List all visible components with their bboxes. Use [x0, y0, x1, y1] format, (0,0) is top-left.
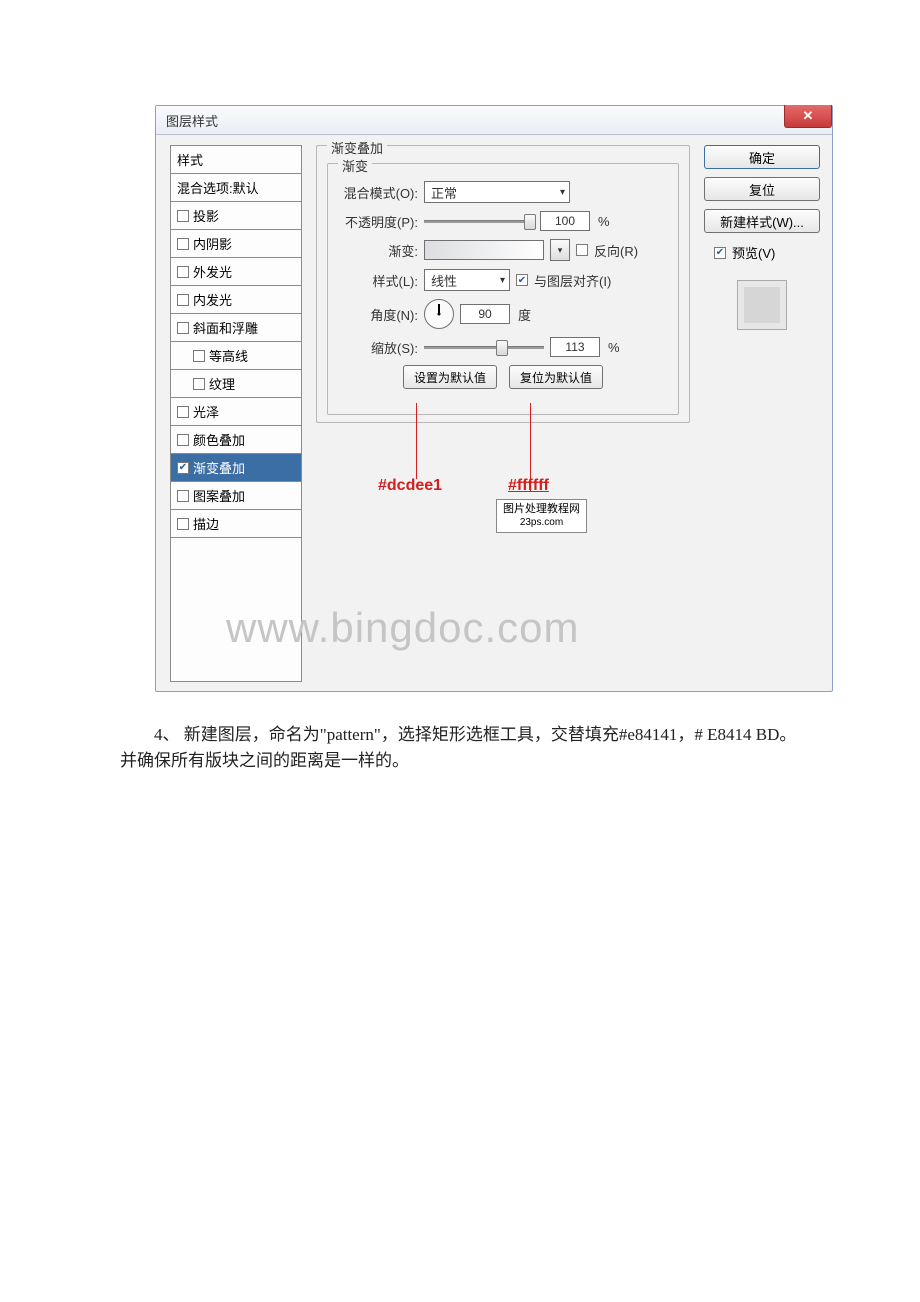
ok-button[interactable]: 确定	[704, 145, 820, 169]
percent-unit: %	[608, 340, 620, 355]
style-drop-shadow[interactable]: 投影	[171, 202, 301, 230]
checkbox-icon[interactable]	[193, 350, 205, 362]
annotation-color2: #ffffff	[508, 477, 549, 495]
style-texture[interactable]: 纹理	[171, 370, 301, 398]
opacity-slider[interactable]	[424, 214, 534, 228]
new-style-button[interactable]: 新建样式(W)...	[704, 209, 820, 233]
checkbox-icon[interactable]	[177, 266, 189, 278]
checkbox-icon[interactable]	[177, 238, 189, 250]
watermark-big: www.bingdoc.com	[226, 604, 579, 652]
watermark-small: 图片处理教程网 23ps.com	[496, 499, 587, 533]
gradient-overlay-group: 渐变叠加 渐变 混合模式(O): 正常	[316, 145, 690, 423]
style-gradient-overlay[interactable]: ✔ 渐变叠加	[171, 454, 301, 482]
scale-label: 缩放(S):	[338, 338, 418, 357]
style-stroke[interactable]: 描边	[171, 510, 301, 538]
opacity-label: 不透明度(P):	[338, 212, 418, 231]
opacity-value[interactable]: 100	[540, 211, 590, 231]
styles-header[interactable]: 样式	[171, 146, 301, 174]
set-default-button[interactable]: 设置为默认值	[403, 365, 497, 389]
style-inner-shadow[interactable]: 内阴影	[171, 230, 301, 258]
checkbox-icon[interactable]	[193, 378, 205, 390]
checkbox-icon[interactable]	[177, 294, 189, 306]
preview-swatch	[737, 280, 787, 330]
style-contour[interactable]: 等高线	[171, 342, 301, 370]
dialog-title: 图层样式	[166, 111, 218, 130]
checkbox-icon[interactable]	[177, 322, 189, 334]
annotation-line	[416, 403, 417, 479]
body-paragraph: 4、 新建图层，命名为"pattern"，选择矩形选框工具，交替填充#e8414…	[120, 722, 800, 774]
angle-unit: 度	[518, 305, 531, 324]
blend-mode-dropdown[interactable]: 正常	[424, 181, 570, 203]
align-label: 与图层对齐(I)	[534, 271, 611, 290]
gradient-group: 渐变 混合模式(O): 正常	[327, 163, 679, 415]
checkbox-icon[interactable]	[177, 406, 189, 418]
styles-list: 样式 混合选项:默认 投影 内阴影 外发光	[170, 145, 302, 682]
style-dropdown[interactable]: 线性	[424, 269, 510, 291]
style-label: 样式(L):	[338, 271, 418, 290]
angle-value[interactable]: 90	[460, 304, 510, 324]
checkbox-icon[interactable]: ✔	[177, 462, 189, 474]
scale-slider[interactable]	[424, 340, 544, 354]
annotation-color1: #dcdee1	[378, 477, 442, 495]
checkbox-icon[interactable]	[177, 518, 189, 530]
style-satin[interactable]: 光泽	[171, 398, 301, 426]
percent-unit: %	[598, 214, 610, 229]
reverse-label: 反向(R)	[594, 241, 638, 260]
layer-style-dialog: 图层样式 ✕ 样式 混合选项:默认 投影	[155, 105, 833, 692]
checkbox-icon[interactable]	[177, 210, 189, 222]
settings-panel: 渐变叠加 渐变 混合模式(O): 正常	[316, 145, 690, 682]
blend-mode-label: 混合模式(O):	[338, 183, 418, 202]
gradient-dropdown-button[interactable]: ▾	[550, 239, 570, 261]
close-button[interactable]: ✕	[784, 105, 832, 128]
group-legend-outer: 渐变叠加	[327, 138, 387, 157]
angle-label: 角度(N):	[338, 305, 418, 324]
blending-options[interactable]: 混合选项:默认	[171, 174, 301, 202]
style-color-overlay[interactable]: 颜色叠加	[171, 426, 301, 454]
preview-label: 预览(V)	[732, 243, 775, 262]
style-outer-glow[interactable]: 外发光	[171, 258, 301, 286]
preview-checkbox[interactable]: ✔	[714, 247, 726, 259]
scale-value[interactable]: 113	[550, 337, 600, 357]
reset-default-button[interactable]: 复位为默认值	[509, 365, 603, 389]
dialog-right-column: 确定 复位 新建样式(W)... ✔ 预览(V)	[704, 145, 820, 682]
align-checkbox[interactable]: ✔	[516, 274, 528, 286]
checkbox-icon[interactable]	[177, 490, 189, 502]
close-icon: ✕	[803, 108, 814, 124]
titlebar: 图层样式 ✕	[156, 106, 832, 135]
gradient-preview[interactable]	[424, 240, 544, 260]
cancel-button[interactable]: 复位	[704, 177, 820, 201]
reverse-checkbox[interactable]	[576, 244, 588, 256]
gradient-label: 渐变:	[338, 241, 418, 260]
checkbox-icon[interactable]	[177, 434, 189, 446]
style-inner-glow[interactable]: 内发光	[171, 286, 301, 314]
style-bevel-emboss[interactable]: 斜面和浮雕	[171, 314, 301, 342]
style-pattern-overlay[interactable]: 图案叠加	[171, 482, 301, 510]
group-legend-inner: 渐变	[338, 156, 372, 175]
angle-control[interactable]	[424, 299, 454, 329]
